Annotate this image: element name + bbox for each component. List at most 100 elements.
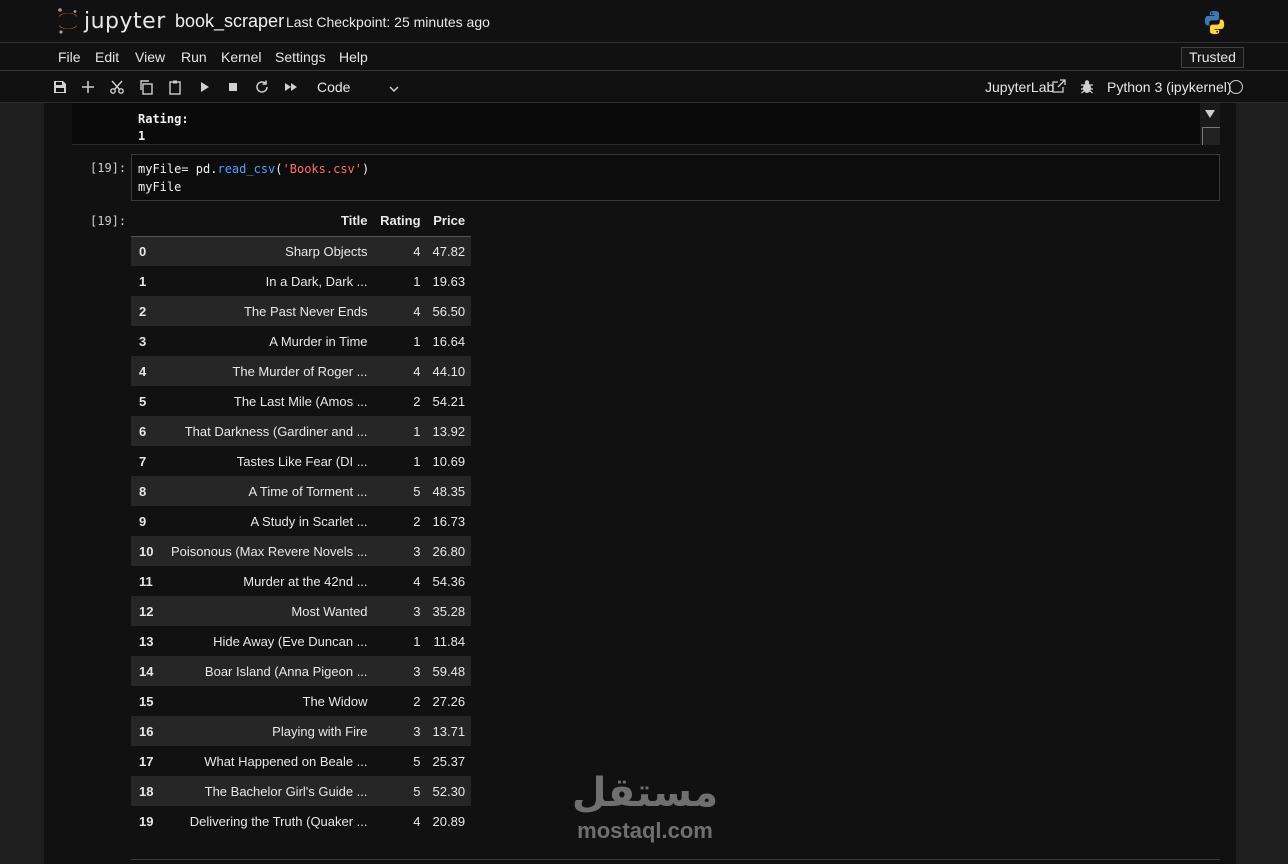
cell-price: 20.89	[432, 813, 466, 829]
menu-view[interactable]: View	[135, 49, 165, 65]
output-scrollbar[interactable]	[1200, 103, 1220, 145]
cell-rating: 3	[413, 723, 421, 739]
menu-edit[interactable]: Edit	[95, 49, 119, 65]
cell-rating: 1	[413, 633, 421, 649]
code-token: (	[275, 162, 283, 176]
watermark: مستقل mostaql.com	[565, 770, 725, 846]
table-row: 3 A Murder in Time 1 16.64	[131, 326, 472, 356]
cell-rating: 1	[413, 453, 421, 469]
row-index: 19	[139, 813, 154, 829]
table-row: 4 The Murder of Roger ... 4 44.10	[131, 356, 472, 386]
table-row: 13 Hide Away (Eve Duncan ... 1 11.84	[131, 626, 472, 656]
paste-icon[interactable]	[167, 79, 183, 95]
cell-price: 54.36	[432, 573, 466, 589]
table-row: 10 Poisonous (Max Revere Novels ... 3 26.80	[131, 536, 472, 566]
menu-kernel[interactable]: Kernel	[221, 49, 261, 65]
run-icon[interactable]	[196, 79, 212, 95]
cell-rating: 2	[413, 393, 421, 409]
column-header-price: Price	[426, 206, 472, 237]
row-index: 12	[139, 603, 154, 619]
code-line: myFile	[138, 180, 182, 194]
code-editor[interactable]: myFile= pd.read_csv('Books.csv') myFile	[131, 154, 1220, 201]
row-index: 9	[139, 513, 147, 529]
cell-price: 19.63	[432, 273, 466, 289]
notebook-name[interactable]: book_scraper	[175, 11, 284, 32]
menu-help[interactable]: Help	[339, 49, 368, 65]
next-cell-edge[interactable]	[131, 859, 1220, 864]
row-index: 0	[139, 243, 147, 259]
jupyterlab-link[interactable]: JupyterLab	[985, 79, 1054, 95]
table-row: 6 That Darkness (Gardiner and ... 1 13.92	[131, 416, 472, 446]
input-prompt: [19]:	[90, 161, 127, 175]
jupyter-logo[interactable]: jupyter	[56, 7, 166, 37]
cell-rating: 3	[413, 663, 421, 679]
cell-rating: 4	[413, 573, 421, 589]
column-header-rating: Rating	[373, 206, 427, 237]
cut-icon[interactable]	[109, 79, 125, 95]
external-link-icon[interactable]	[1052, 79, 1066, 93]
code-string: 'Books.csv'	[282, 162, 362, 176]
cell-title: Murder at the 42nd ...	[243, 573, 368, 589]
column-header-index	[131, 206, 165, 237]
row-index: 13	[139, 633, 154, 649]
save-icon[interactable]	[52, 79, 68, 95]
code-token: )	[362, 162, 370, 176]
run-all-icon[interactable]	[283, 79, 299, 95]
cell-rating: 1	[413, 333, 421, 349]
cell-price: 11.84	[433, 633, 466, 649]
table-row: 17 What Happened on Beale ... 5 25.37	[131, 746, 472, 776]
cell-type-select[interactable]: Code	[317, 79, 350, 95]
cell-price: 44.10	[432, 363, 466, 379]
cell-price: 56.50	[432, 303, 466, 319]
table-row: 12 Most Wanted 3 35.28	[131, 596, 472, 626]
table-row: 0 Sharp Objects 4 47.82	[131, 236, 472, 266]
menu-run[interactable]: Run	[181, 49, 207, 65]
row-index: 14	[139, 663, 154, 679]
cell-rating: 4	[413, 243, 421, 259]
right-gutter	[1236, 103, 1288, 864]
chevron-down-icon[interactable]	[388, 83, 400, 95]
menu-bar: File Edit View Run Kernel Settings Help …	[0, 43, 1288, 71]
cell-rating: 1	[413, 273, 421, 289]
cell-title: Boar Island (Anna Pigeon ...	[204, 663, 368, 679]
scrollbar-resize-handle[interactable]	[1202, 127, 1220, 145]
row-index: 8	[139, 483, 147, 499]
kernel-name[interactable]: Python 3 (ipykernel)	[1107, 79, 1232, 95]
restart-icon[interactable]	[254, 79, 270, 95]
cell-rating: 5	[413, 483, 421, 499]
cell-title: A Time of Torment ...	[248, 483, 368, 499]
watermark-arabic: مستقل	[571, 770, 719, 816]
checkpoint-status: Last Checkpoint: 25 minutes ago	[286, 14, 490, 30]
cell-rating: 1	[413, 423, 421, 439]
table-header-row: Title Rating Price	[131, 206, 472, 237]
add-cell-icon[interactable]	[80, 79, 96, 95]
menu-settings[interactable]: Settings	[275, 49, 326, 65]
table-row: 7 Tastes Like Fear (DI ... 1 10.69	[131, 446, 472, 476]
table-row: 18 The Bachelor Girl's Guide ... 5 52.30	[131, 776, 472, 806]
row-index: 3	[139, 333, 147, 349]
cell-price: 47.82	[432, 243, 466, 259]
cell-title: In a Dark, Dark ...	[265, 273, 368, 289]
row-index: 5	[139, 393, 147, 409]
copy-icon[interactable]	[138, 79, 154, 95]
dataframe-table: Title Rating Price 0 Sharp Objects 4 47.82 1…	[131, 206, 472, 836]
cell-price: 27.26	[432, 693, 466, 709]
table-row: 11 Murder at the 42nd ... 4 54.36	[131, 566, 472, 596]
row-index: 4	[139, 363, 147, 379]
stop-icon[interactable]	[225, 79, 241, 95]
cell-rating: 4	[413, 813, 421, 829]
output-text-line: 1	[138, 129, 146, 143]
cell-price: 13.71	[432, 723, 466, 739]
debugger-bug-icon[interactable]	[1080, 79, 1094, 94]
trusted-badge[interactable]: Trusted	[1181, 47, 1244, 68]
cell-price: 35.28	[432, 603, 466, 619]
menu-file[interactable]: File	[58, 49, 81, 65]
previous-output-scroll[interactable]: Rating: 1	[72, 103, 1220, 145]
table-row: 8 A Time of Torment ... 5 48.35	[131, 476, 472, 506]
scroll-arrow-icon[interactable]	[1204, 109, 1216, 119]
cell-title: Sharp Objects	[285, 243, 368, 259]
column-header-title: Title	[165, 206, 374, 237]
cell-rating: 4	[413, 303, 421, 319]
row-index: 15	[139, 693, 154, 709]
cell-rating: 2	[413, 693, 421, 709]
